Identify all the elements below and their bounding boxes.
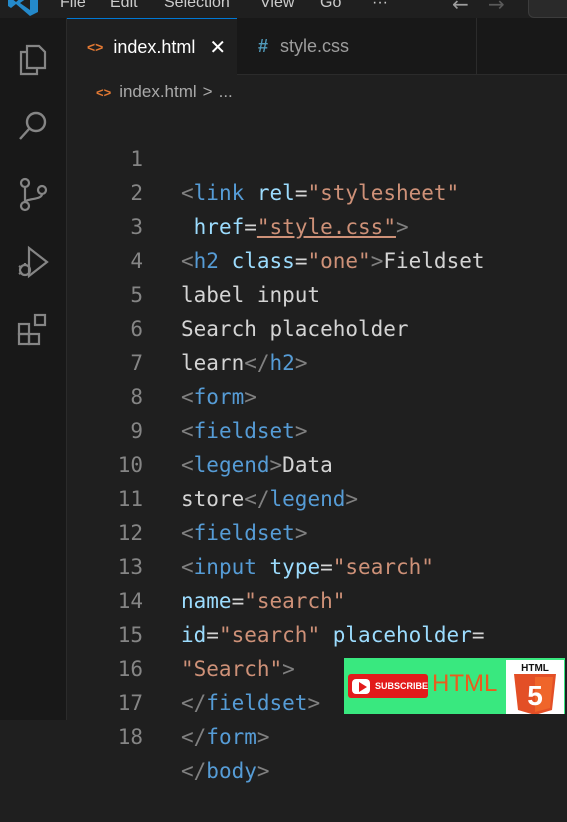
run-debug-icon[interactable] xyxy=(15,244,51,280)
code-line: 8 <fieldset> xyxy=(67,346,567,443)
code-line: 3 <h2 class="one">Fieldset xyxy=(67,176,567,273)
code-line: 4 label input xyxy=(67,210,567,307)
activity-bar xyxy=(0,18,67,720)
code-line: 6 learn</h2> xyxy=(67,278,567,375)
forward-arrow-icon[interactable]: → xyxy=(488,0,505,16)
subscribe-label: SUBSCRIBE xyxy=(374,681,428,691)
tab-style-css[interactable]: # style.css xyxy=(238,18,477,74)
breadcrumb-file[interactable]: index.html xyxy=(119,82,196,102)
subscribe-banner: SUBSCRIBE HTML HTML 5 xyxy=(344,658,565,714)
explorer-icon[interactable] xyxy=(15,42,51,78)
code-line: 14 id="search" placeholder= xyxy=(67,550,567,647)
close-icon[interactable]: ✕ xyxy=(209,35,226,60)
code-line: 11 <fieldset> xyxy=(67,448,567,545)
css-file-icon: # xyxy=(258,35,269,56)
code-line: 9 <legend>Data xyxy=(67,380,567,477)
breadcrumb: <> index.html > ... xyxy=(96,80,233,104)
source-control-icon[interactable] xyxy=(15,176,51,212)
back-arrow-icon[interactable]: ← xyxy=(452,0,469,16)
search-icon[interactable] xyxy=(15,108,51,144)
tab-index-html[interactable]: <> index.html ✕ xyxy=(67,18,237,75)
code-line: 7 <form> xyxy=(67,312,567,409)
svg-text:HTML: HTML xyxy=(521,663,549,674)
menu-go[interactable]: Go xyxy=(320,0,341,12)
menu-more[interactable]: ··· xyxy=(372,0,388,12)
code-line: 2 href="style.css"> xyxy=(67,142,567,239)
tab-label: index.html xyxy=(113,36,196,57)
extensions-icon[interactable] xyxy=(15,312,51,348)
code-editor[interactable]: 1 <link rel="stylesheet" 2 href="style.c… xyxy=(67,106,567,783)
code-line: 15 "Search"> xyxy=(67,584,567,681)
line-number: 18 xyxy=(117,725,143,749)
tab-label: style.css xyxy=(280,35,350,56)
tab-bar: <> index.html ✕ # style.css xyxy=(67,18,567,75)
html-file-icon: <> xyxy=(96,84,112,100)
command-center[interactable] xyxy=(528,0,567,18)
code-line: 10 store</legend> xyxy=(67,414,567,511)
menu-view[interactable]: View xyxy=(260,0,294,12)
menu-edit[interactable]: Edit xyxy=(110,0,138,12)
breadcrumb-more[interactable]: ... xyxy=(219,82,233,102)
code-line: 12 <input type="search" xyxy=(67,482,567,579)
vscode-logo-icon xyxy=(8,0,38,16)
code-line: 1 <link rel="stylesheet" xyxy=(67,108,567,205)
code-line: 13 name="search" xyxy=(67,516,567,613)
html5-logo-icon: HTML 5 xyxy=(506,660,564,714)
subscribe-button[interactable]: SUBSCRIBE xyxy=(348,674,428,698)
breadcrumb-separator: > xyxy=(202,82,213,101)
code-line: 16 </fieldset> xyxy=(67,618,567,715)
youtube-play-icon xyxy=(352,678,370,694)
promo-html-text: HTML xyxy=(432,670,498,697)
title-bar: File Edit Selection View Go ··· ← → xyxy=(0,0,567,18)
menu-selection[interactable]: Selection xyxy=(164,0,230,12)
code-line: 5 Search placeholder xyxy=(67,244,567,341)
html-file-icon: <> xyxy=(87,39,104,55)
menu-file[interactable]: File xyxy=(60,0,86,12)
svg-text:5: 5 xyxy=(527,680,543,711)
